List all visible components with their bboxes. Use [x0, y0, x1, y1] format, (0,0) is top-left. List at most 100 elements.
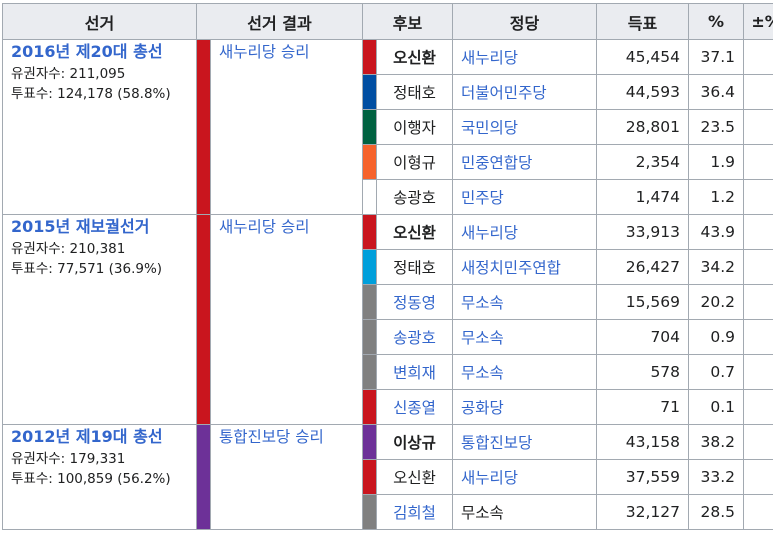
- party-link[interactable]: 국민의당: [452, 109, 598, 145]
- header-result: 선거 결과: [195, 3, 364, 40]
- candidate-party-color-bar: [362, 354, 378, 390]
- vote-percentage: 1.2: [688, 179, 745, 215]
- candidate-party-color-bar: [362, 214, 378, 250]
- vote-change: [743, 319, 773, 355]
- party-link[interactable]: 무소속: [452, 494, 598, 530]
- vote-count: 32,127: [596, 494, 690, 530]
- election-result-link[interactable]: 새누리당 승리: [209, 214, 364, 425]
- party-link[interactable]: 무소속: [452, 354, 598, 390]
- candidate-name: 이행자: [376, 109, 454, 145]
- candidate-row: 2012년 제19대 총선 유권자수: 179,331 투표수: 100,859 (…: [2, 424, 773, 530]
- candidate-party-color-bar: [362, 144, 378, 180]
- election-title-link[interactable]: 2016년 제20대 총선: [11, 40, 188, 64]
- vote-percentage: 1.9: [688, 144, 745, 180]
- vote-change: [743, 144, 773, 180]
- candidate-row: 2015년 재보궐선거유권자수: 210,381 투표수: 77,571 (36.…: [2, 214, 773, 425]
- turnout-count: 투표수: 77,571 (36.9%): [11, 261, 163, 278]
- election-title-link[interactable]: 2012년 제19대 총선: [11, 425, 188, 449]
- vote-count: 2,354: [596, 144, 690, 180]
- candidate-party-color-bar: [362, 284, 378, 320]
- header-change: ±%: [743, 3, 773, 40]
- vote-change: [743, 109, 773, 145]
- vote-change: [743, 494, 773, 530]
- election-result-link[interactable]: 새누리당 승리: [209, 39, 364, 215]
- candidate-name: 송광호: [376, 179, 454, 215]
- vote-count: 15,569: [596, 284, 690, 320]
- candidate-name[interactable]: 이상규: [376, 424, 454, 460]
- party-link[interactable]: 새누리당: [452, 214, 598, 250]
- party-link[interactable]: 새누리당: [452, 39, 598, 75]
- candidate-name[interactable]: 변희재: [376, 354, 454, 390]
- electors-count: 유권자수: 210,381: [11, 241, 126, 257]
- header-election: 선거: [2, 3, 197, 40]
- vote-change: [743, 74, 773, 110]
- candidate-party-color-bar: [362, 179, 378, 215]
- election-info: 2015년 재보궐선거유권자수: 210,381 투표수: 77,571 (36.…: [2, 214, 197, 425]
- result-party-color-bar: [196, 214, 211, 425]
- candidate-name[interactable]: 오신환: [376, 39, 454, 75]
- vote-change: [743, 354, 773, 390]
- turnout-count: 투표수: 124,178 (58.8%): [11, 86, 171, 103]
- electors-count: 유권자수: 211,095: [11, 66, 126, 82]
- candidate-name[interactable]: 신종열: [376, 389, 454, 425]
- party-link[interactable]: 새정치민주연합: [452, 249, 598, 285]
- vote-count: 578: [596, 354, 690, 390]
- vote-percentage: 0.9: [688, 319, 745, 355]
- vote-count: 26,427: [596, 249, 690, 285]
- candidate-party-color-bar: [362, 74, 378, 110]
- election-result-link[interactable]: 통합진보당 승리: [209, 424, 364, 530]
- candidate-party-color-bar: [362, 424, 378, 460]
- candidate-name: 정태호: [376, 74, 454, 110]
- vote-change: [743, 284, 773, 320]
- election-info: 2016년 제20대 총선유권자수: 211,095 투표수: 124,178 (…: [2, 39, 197, 215]
- vote-count: 704: [596, 319, 690, 355]
- header-row: 선거 선거 결과 후보 정당 득표 % ±%: [2, 3, 773, 40]
- candidate-party-color-bar: [362, 459, 378, 495]
- candidate-name: 오신환: [376, 459, 454, 495]
- candidate-party-color-bar: [362, 494, 378, 530]
- candidate-name[interactable]: 정동영: [376, 284, 454, 320]
- election-info: 2012년 제19대 총선 유권자수: 179,331 투표수: 100,859 (…: [2, 424, 197, 530]
- vote-percentage: 37.1: [688, 39, 745, 75]
- party-link[interactable]: 통합진보당: [452, 424, 598, 460]
- party-link[interactable]: 무소속: [452, 284, 598, 320]
- result-party-color-bar: [196, 39, 211, 215]
- vote-percentage: 36.4: [688, 74, 745, 110]
- candidate-name: 이형규: [376, 144, 454, 180]
- vote-percentage: 43.9: [688, 214, 745, 250]
- vote-count: 33,913: [596, 214, 690, 250]
- vote-change: [743, 214, 773, 250]
- vote-change: [743, 424, 773, 460]
- vote-count: 45,454: [596, 39, 690, 75]
- election-title-link[interactable]: 2015년 재보궐선거: [11, 215, 188, 239]
- party-link[interactable]: 민주당: [452, 179, 598, 215]
- vote-change: [743, 249, 773, 285]
- party-link[interactable]: 민중연합당: [452, 144, 598, 180]
- header-candidate: 후보: [362, 3, 454, 40]
- vote-change: [743, 459, 773, 495]
- vote-count: 28,801: [596, 109, 690, 145]
- vote-percentage: 23.5: [688, 109, 745, 145]
- party-link[interactable]: 공화당: [452, 389, 598, 425]
- party-link[interactable]: 무소속: [452, 319, 598, 355]
- election-results-table: 선거 선거 결과 후보 정당 득표 % ±% 2016년 제20대 총선유권자수…: [2, 3, 773, 530]
- vote-count: 44,593: [596, 74, 690, 110]
- candidate-name[interactable]: 송광호: [376, 319, 454, 355]
- party-link[interactable]: 더불어민주당: [452, 74, 598, 110]
- candidate-name[interactable]: 김희철: [376, 494, 454, 530]
- candidate-name: 정태호: [376, 249, 454, 285]
- vote-change: [743, 179, 773, 215]
- vote-percentage: 0.1: [688, 389, 745, 425]
- vote-count: 43,158: [596, 424, 690, 460]
- candidate-party-color-bar: [362, 319, 378, 355]
- header-votes: 득표: [596, 3, 690, 40]
- vote-percentage: 34.2: [688, 249, 745, 285]
- vote-count: 1,474: [596, 179, 690, 215]
- candidate-row: 2016년 제20대 총선유권자수: 211,095 투표수: 124,178 (…: [2, 39, 773, 215]
- vote-percentage: 33.2: [688, 459, 745, 495]
- candidate-name[interactable]: 오신환: [376, 214, 454, 250]
- party-link[interactable]: 새누리당: [452, 459, 598, 495]
- vote-percentage: 28.5: [688, 494, 745, 530]
- vote-percentage: 0.7: [688, 354, 745, 390]
- electors-count: 유권자수: 179,331: [11, 451, 126, 467]
